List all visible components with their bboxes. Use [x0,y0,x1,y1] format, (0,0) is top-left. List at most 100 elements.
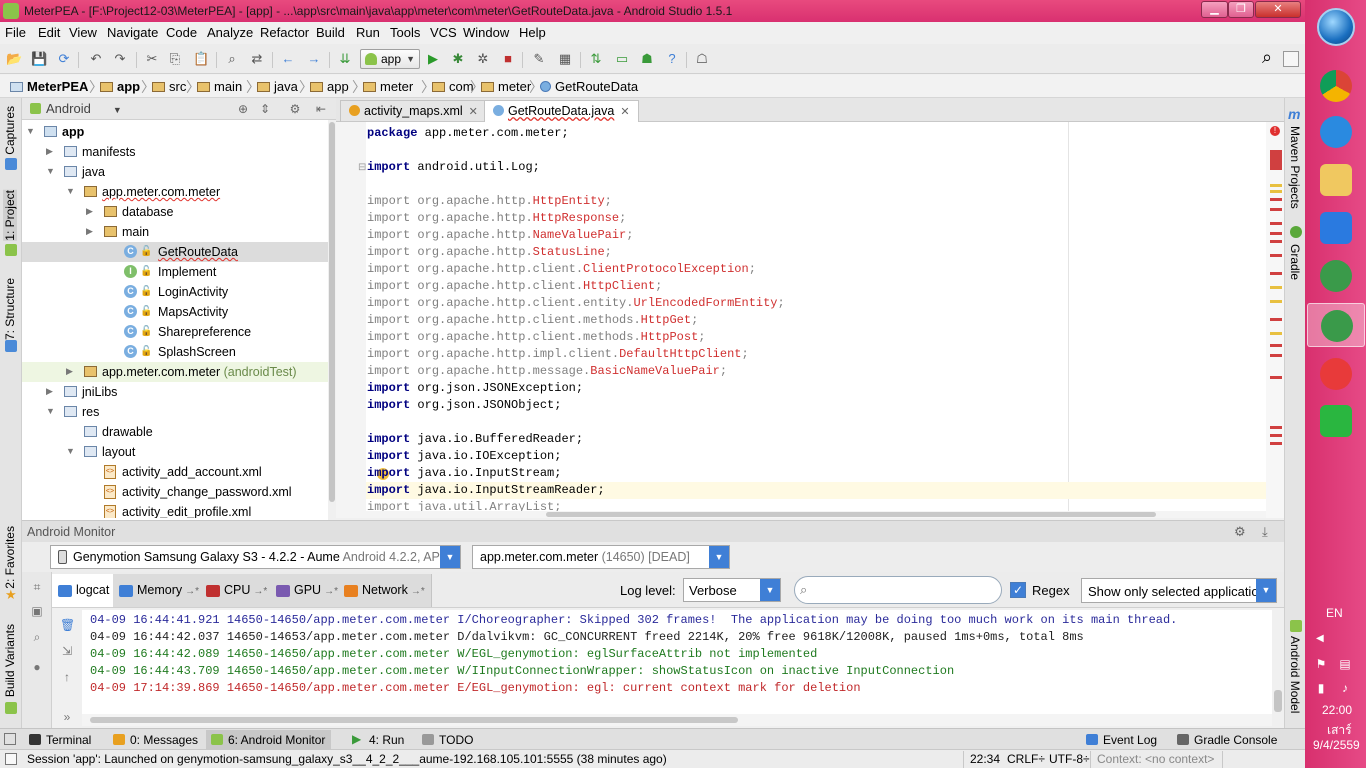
breadcrumb-item[interactable]: GetRouteData [540,79,638,94]
taskbar-app[interactable] [1307,206,1365,250]
editor-tab[interactable]: activity_maps.xml ✕ [340,100,487,122]
breadcrumb-item[interactable]: meter [481,79,531,94]
tree-item[interactable]: <> activity_edit_profile.xml [22,502,328,518]
tab-gradle-console[interactable]: Gradle Console [1172,730,1283,749]
error-indicator-icon[interactable]: ! [1270,126,1280,136]
detach-arrow-icon[interactable]: →* [185,586,199,597]
error-marker[interactable] [1270,344,1282,347]
regex-checkbox[interactable]: ✓ [1010,582,1026,598]
tab-captures[interactable]: Captures [3,106,17,155]
breadcrumb-item[interactable]: app [100,79,140,94]
error-marker[interactable] [1270,232,1282,235]
tree-item[interactable]: ▶ manifests [22,142,328,162]
tab-todo[interactable]: TODO [417,730,479,749]
project-tree-scrollbar[interactable] [328,120,336,520]
monitor-tab-logcat[interactable]: logcat [52,574,117,607]
error-marker[interactable] [1270,272,1282,275]
logcat-search-input[interactable] [794,576,1002,604]
start-button[interactable] [1317,8,1355,46]
tab-gradle[interactable]: Gradle [1288,244,1302,280]
undo-icon[interactable]: ↶ [88,51,104,67]
close-button[interactable]: ✕ [1255,1,1301,18]
toggle-tool-windows-icon[interactable] [4,733,16,745]
terminate-app-icon[interactable]: ● [30,660,44,674]
error-marker[interactable] [1270,150,1282,170]
taskbar-android-studio[interactable] [1307,254,1365,298]
logcat-output[interactable]: 04-09 16:44:41.921 14650-14650/app.meter… [82,610,1272,714]
breadcrumb-item[interactable]: app [310,79,349,94]
minimize-button[interactable]: ▁ [1201,1,1228,18]
logcat-horizontal-scrollbar[interactable] [82,714,1272,726]
tree-item[interactable]: C 🔓 MapsActivity [22,302,328,322]
menu-help[interactable]: Help [519,25,546,40]
tree-item[interactable]: ▶ database [22,202,328,222]
expand-arrow-down-icon[interactable]: ▼ [26,126,35,136]
flag-icon[interactable]: ⚑ [1314,657,1328,671]
error-marker[interactable] [1270,332,1282,335]
taskbar-internet-explorer[interactable] [1307,110,1365,154]
expand-arrow-down-icon[interactable]: ▼ [66,446,75,456]
maximize-button[interactable]: ❐ [1228,1,1254,18]
expand-arrow-right-icon[interactable]: ▶ [86,226,93,237]
scrollbar-thumb[interactable] [546,512,1156,517]
taskbar-chrome[interactable] [1307,64,1365,108]
tree-item[interactable]: ▶ app.meter.com.meter (androidTest) [22,362,328,382]
tree-item[interactable]: ▼ res [22,402,328,422]
screenshot-icon[interactable]: ⌗ [30,580,44,594]
tab-terminal[interactable]: Terminal [24,730,97,749]
tree-item[interactable]: C 🔓 GetRouteData [22,242,328,262]
tree-item[interactable]: C 🔓 Sharepreference [22,322,328,342]
monitor-tab-memory[interactable]: Memory →* [113,574,207,607]
avd-manager-icon[interactable]: ▭ [614,51,630,67]
android-device-monitor-icon[interactable]: ☗ [639,51,655,67]
tab-favorites[interactable]: 2: Favorites [3,526,17,589]
breadcrumb-item[interactable]: MeterPEA [10,79,88,94]
menu-run[interactable]: Run [356,25,380,40]
scrollbar-thumb[interactable] [1274,690,1282,712]
taskbar-genymotion[interactable] [1307,352,1365,396]
log-level-select[interactable]: Verbose ▼ [683,578,781,602]
menu-navigate[interactable]: Navigate [107,25,158,40]
scroll-to-end-icon[interactable]: ⇲ [60,644,74,658]
breadcrumb-item[interactable]: com [432,79,474,94]
menu-code[interactable]: Code [166,25,197,40]
find-icon[interactable]: ⌕ [224,51,240,67]
chevron-down-icon[interactable]: ▼ [440,546,460,568]
show-hidden-icons-icon[interactable]: ◀ [1316,633,1324,644]
breadcrumb-item[interactable]: main [197,79,242,94]
run-configuration-select[interactable]: app ▼ [360,49,420,69]
forward-icon[interactable]: → [306,51,322,67]
tab-run[interactable]: ▶ 4: Run [347,730,410,749]
tree-item[interactable]: C 🔓 LoginActivity [22,282,328,302]
tab-android-model[interactable]: Android Model [1288,636,1302,713]
clear-logcat-icon[interactable]: 🗑 [60,618,75,632]
menu-vcs[interactable]: VCS [430,25,457,40]
editor-gutter[interactable]: ⊟ [336,122,366,518]
tree-item[interactable]: I 🔓 Implement [22,262,328,282]
user-icon[interactable] [1283,51,1299,67]
tab-messages[interactable]: 0: Messages [108,730,204,749]
error-marker[interactable] [1270,222,1282,225]
menu-analyze[interactable]: Analyze [207,25,253,40]
cursor-position[interactable]: 22:34 [970,752,1000,766]
breadcrumb-item[interactable]: java [257,79,298,94]
error-marker[interactable] [1270,434,1282,437]
up-arrow-icon[interactable]: ↑ [60,670,74,684]
expand-arrow-right-icon[interactable]: ▶ [86,206,93,217]
hide-panel-icon[interactable]: ⤓ [1262,524,1268,540]
hide-panel-icon[interactable]: ⇤ [314,102,328,116]
line-separator[interactable]: CRLF÷ [1007,752,1045,766]
logcat-vertical-scrollbar[interactable] [1272,610,1284,714]
debug-icon[interactable]: ✱ [450,51,466,67]
monitor-tab-gpu[interactable]: GPU →* [270,574,345,607]
context-indicator[interactable]: Context: <no context> [1097,752,1214,766]
tab-build-variants[interactable]: Build Variants [3,624,17,697]
network-icon[interactable]: ▮ [1314,681,1328,695]
redo-icon[interactable]: ↷ [112,51,128,67]
tab-android-monitor[interactable]: 6: Android Monitor [206,730,332,749]
error-marker[interactable] [1270,208,1282,211]
error-marker[interactable] [1270,442,1282,445]
error-marker[interactable] [1270,426,1282,429]
breadcrumb-item[interactable]: src [152,79,186,94]
expand-arrow-down-icon[interactable]: ▼ [66,186,75,196]
